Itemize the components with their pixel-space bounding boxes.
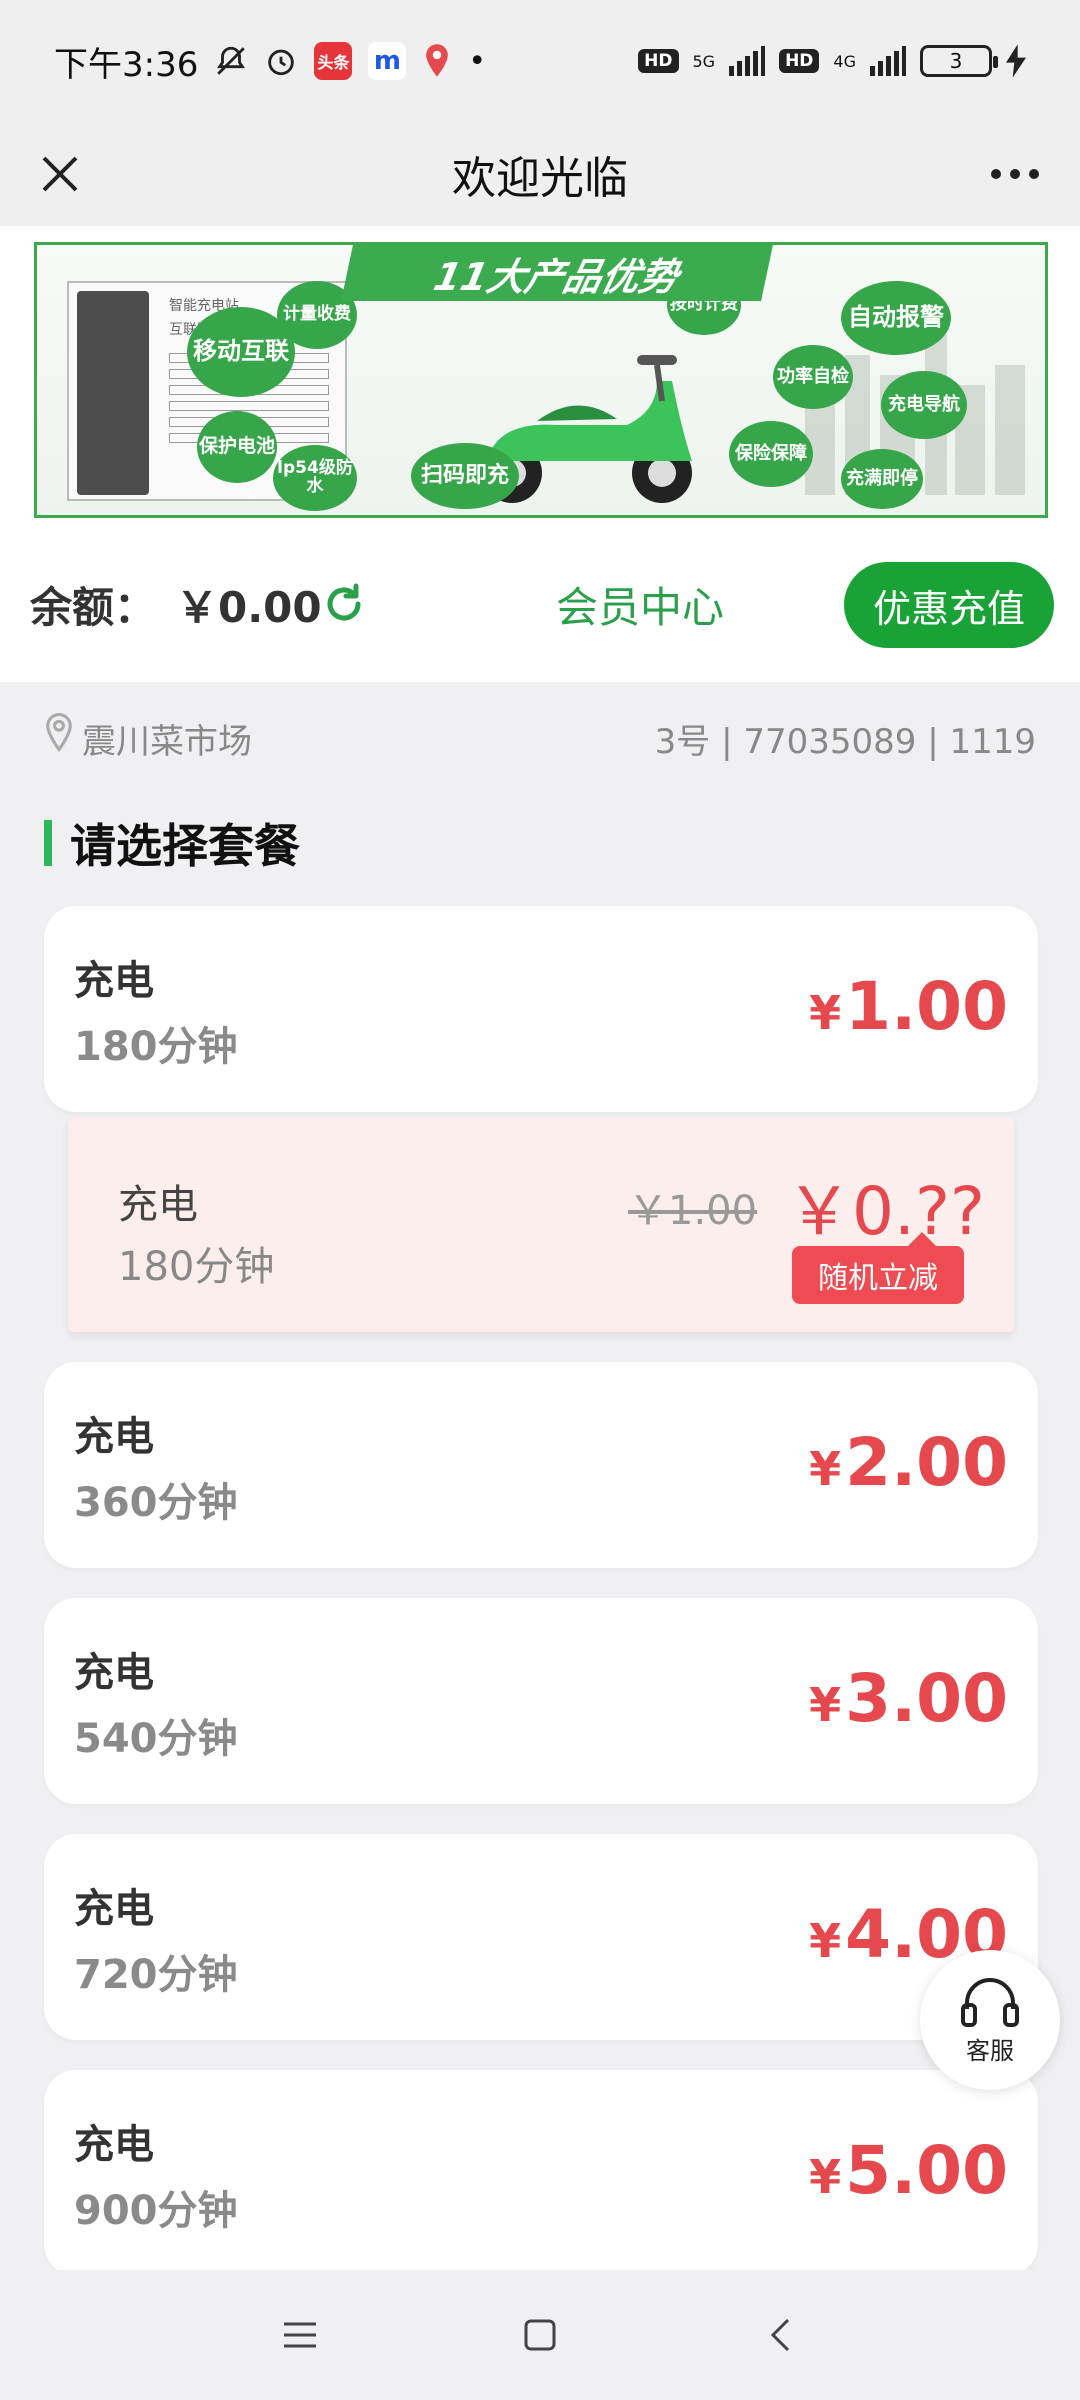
status-time: 下午3:36 [54,44,199,85]
package-name: 充电 [74,1650,154,1696]
balance-value: ￥0.00 [176,582,322,632]
nav-bar: 欢迎光临 [0,122,1080,226]
package-price: ¥ 5.00 [809,2132,1008,2209]
balance-label: 余额： [30,582,157,632]
location-pin-icon [46,712,72,752]
hd-icon-2: HD [779,49,820,73]
price-currency: ¥ [809,1442,842,1496]
feature-insurance: 保险保障 [729,421,813,487]
section-title-text: 请选择套餐 [70,819,300,873]
menu-button[interactable] [260,2295,340,2375]
price-amount: 1.00 [845,968,1008,1045]
member-center-link[interactable]: 会员中心 [556,574,724,635]
battery-indicator: 3 [920,45,998,77]
banner-title: 11大产品优势 [341,245,773,301]
section-title: 请选择套餐 [44,816,300,873]
kiosk-panel [77,291,149,495]
headset-icon [961,1977,1019,2027]
refresh-icon[interactable] [320,580,368,628]
discount-recharge-button[interactable]: 优惠充值 [844,562,1054,648]
package-duration: 900分钟 [74,2188,238,2234]
promo-package-card[interactable]: 充电 180分钟 ￥1.00 ￥0.?? 随机立减 [68,1118,1014,1332]
station-code: 3号 | 77035089 | 1119 [654,722,1036,762]
toutiao-app-icon: 头条 [314,42,353,80]
signal-bars-icon [729,46,766,76]
close-icon [42,156,78,192]
package-price: ¥ 1.00 [809,968,1008,1045]
promo-package-name: 充电 [118,1182,198,1228]
section-accent-bar [44,820,52,866]
feature-scan-charge: 扫码即充 [411,443,519,509]
balance-row: 余额： ￥0.00 会员中心 优惠充值 [0,526,1080,682]
more-dot [1029,169,1039,179]
price-currency: ¥ [809,1914,842,1968]
system-nav-bar [0,2270,1080,2400]
more-dot [991,169,1001,179]
back-button[interactable] [740,2295,820,2375]
feature-battery-protect: 保护电池 [197,411,277,483]
package-duration: 720分钟 [74,1952,238,1998]
package-card[interactable]: 充电 720分钟 ¥ 4.00 [44,1834,1038,2040]
signal-5g-label: 5G [692,51,716,71]
price-amount: 2.00 [845,1424,1008,1501]
package-duration: 540分钟 [74,1716,238,1762]
location-row: 震川菜市场 3号 | 77035089 | 1119 [0,700,1080,770]
promo-discount-price: ￥0.?? [786,1173,986,1250]
charging-bolt-icon [1006,44,1026,78]
package-price: ¥ 2.00 [809,1424,1008,1501]
package-duration: 360分钟 [74,1480,238,1526]
random-discount-badge: 随机立减 [792,1232,964,1304]
status-left: 下午3:36 头条 m • [54,37,486,86]
home-square-icon [524,2319,556,2351]
package-card[interactable]: 充电 180分钟 ¥ 1.00 [44,906,1038,1112]
feature-charge-nav: 充电导航 [881,371,967,439]
battery-level: 3 [949,49,963,73]
more-options-button[interactable] [980,144,1050,204]
back-chevron-icon [770,2318,790,2352]
mute-bell-icon [214,44,248,78]
package-duration: 180分钟 [74,1024,238,1070]
signal-bars-icon-2 [870,46,906,76]
signal-4g-label: 4G [833,51,856,71]
m-app-icon: m [368,42,407,80]
promo-banner[interactable]: 智能充电站 互联网+智慧充电 移动互联 计量收费 保护电池 lp54级防水 扫码… [0,226,1080,526]
menu-icon [284,2322,316,2348]
package-card[interactable]: 充电 360分钟 ¥ 2.00 [44,1362,1038,1568]
alarm-clock-icon [264,44,298,78]
package-name: 充电 [74,1886,154,1932]
package-card[interactable]: 充电 540分钟 ¥ 3.00 [44,1598,1038,1804]
status-right: HD 5G HD 4G 3 [638,44,1026,78]
customer-service-label: 客服 [966,2036,1014,2065]
price-amount: 5.00 [845,2132,1008,2209]
feature-waterproof: lp54级防水 [273,445,357,511]
package-card[interactable]: 充电 900分钟 ¥ 5.00 [44,2070,1038,2276]
page-title: 欢迎光临 [452,153,628,204]
feature-power-check: 功率自检 [773,345,853,409]
home-button[interactable] [500,2295,580,2375]
feature-auto-alarm: 自动报警 [841,281,951,355]
package-name: 充电 [74,2122,154,2168]
package-name: 充电 [74,1414,154,1460]
promo-original-price: ￥1.00 [628,1188,758,1234]
price-currency: ¥ [809,2150,842,2204]
package-name: 充电 [74,958,154,1004]
close-button[interactable] [30,144,90,204]
station-name: 震川菜市场 [82,722,252,762]
map-pin-app-icon [422,43,452,79]
price-currency: ¥ [809,986,842,1040]
status-bar: 下午3:36 头条 m • HD 5G HD 4G 3 [0,0,1080,122]
package-price: ¥ 3.00 [809,1660,1008,1737]
price-currency: ¥ [809,1678,842,1732]
banner-frame: 智能充电站 互联网+智慧充电 移动互联 计量收费 保护电池 lp54级防水 扫码… [34,242,1048,518]
more-notifications-dot: • [468,43,487,79]
feature-full-stop: 充满即停 [841,449,923,509]
hd-icon: HD [638,49,679,73]
more-dot [1010,169,1020,179]
customer-service-button[interactable]: 客服 [920,1950,1060,2090]
promo-package-duration: 180分钟 [118,1244,275,1290]
price-amount: 3.00 [845,1660,1008,1737]
